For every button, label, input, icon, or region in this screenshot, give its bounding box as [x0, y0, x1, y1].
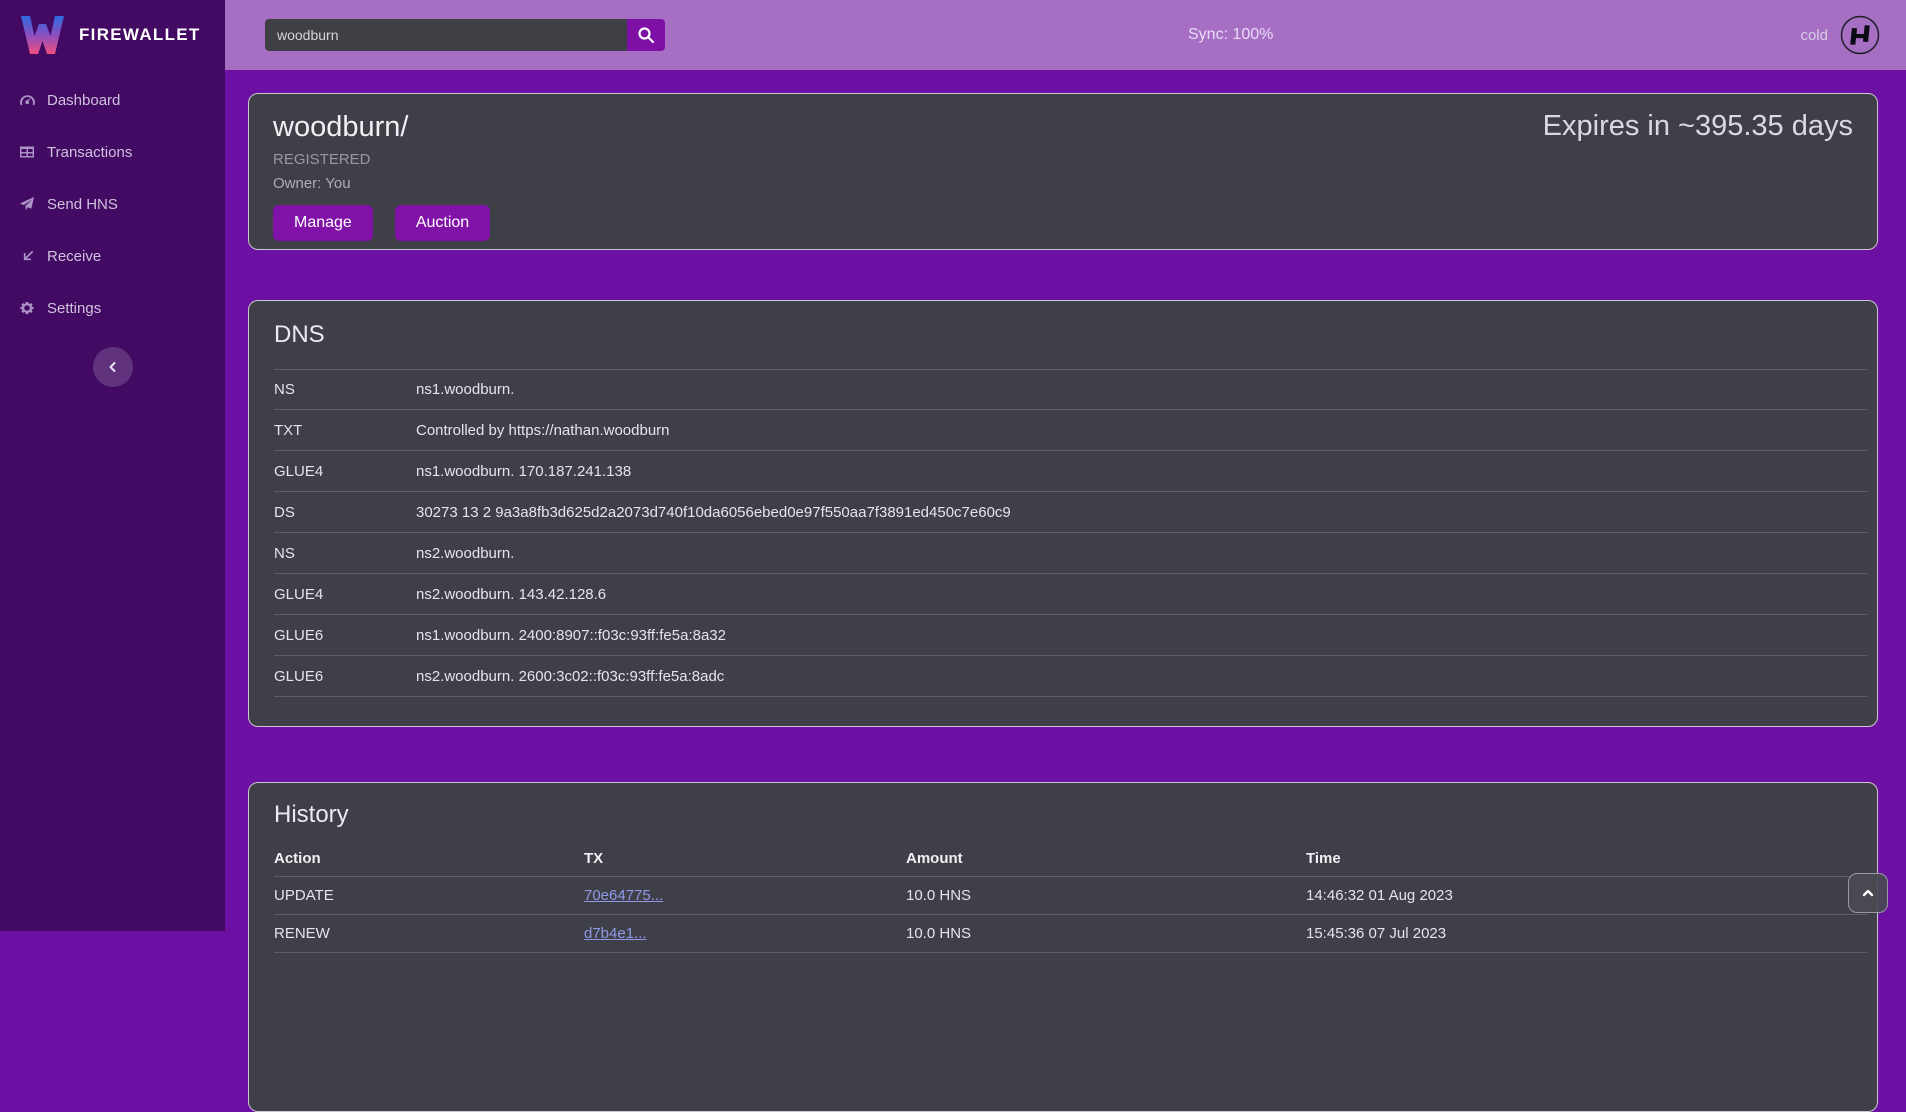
history-col-time: Time — [1306, 850, 1867, 867]
sync-status: Sync: 100% — [1188, 26, 1273, 44]
history-col-action: Action — [274, 850, 584, 867]
history-amount: 10.0 HNS — [906, 887, 1306, 904]
history-col-tx: TX — [584, 850, 906, 867]
history-col-amount: Amount — [906, 850, 1306, 867]
dns-record-type: GLUE4 — [274, 463, 416, 480]
sidebar-item-label: Receive — [47, 248, 101, 265]
dns-record-value: ns1.woodburn. — [416, 381, 1867, 398]
history-amount: 10.0 HNS — [906, 925, 1306, 942]
send-plane-icon — [18, 196, 36, 212]
dns-record-row: GLUE4 ns2.woodburn. 143.42.128.6 — [274, 574, 1867, 615]
dns-record-type: GLUE6 — [274, 668, 416, 685]
sidebar-item-label: Settings — [47, 300, 101, 317]
history-action: UPDATE — [274, 887, 584, 904]
wallet-group: cold — [1800, 15, 1906, 55]
dns-record-type: TXT — [274, 422, 416, 439]
dns-record-value: 30273 13 2 9a3a8fb3d625d2a2073d740f10da6… — [416, 504, 1867, 521]
dns-table: NS ns1.woodburn. TXT Controlled by https… — [274, 369, 1867, 697]
sidebar-item-receive[interactable]: Receive — [0, 230, 225, 282]
firewallet-w-logo-icon — [19, 15, 66, 55]
history-card: History Action TX Amount Time UPDATE 70e… — [248, 782, 1878, 1112]
chevron-left-icon — [105, 359, 121, 375]
history-header-row: Action TX Amount Time — [274, 841, 1867, 877]
sidebar-item-label: Send HNS — [47, 196, 118, 213]
topbar: Sync: 100% cold — [225, 0, 1906, 70]
dns-record-value: Controlled by https://nathan.woodburn — [416, 422, 1867, 439]
dns-record-row: GLUE6 ns2.woodburn. 2600:3c02::f03c:93ff… — [274, 656, 1867, 697]
history-action: RENEW — [274, 925, 584, 942]
dns-record-value: ns2.woodburn. — [416, 545, 1867, 562]
sidebar-item-send-hns[interactable]: Send HNS — [0, 178, 225, 230]
sidebar-item-label: Transactions — [47, 144, 132, 161]
sidebar-collapse-button[interactable] — [93, 347, 133, 387]
history-time: 14:46:32 01 Aug 2023 — [1306, 887, 1867, 904]
search-icon — [637, 26, 655, 44]
sidebar-item-label: Dashboard — [47, 92, 120, 109]
search-input[interactable] — [265, 19, 627, 51]
dns-record-row: DS 30273 13 2 9a3a8fb3d625d2a2073d740f10… — [274, 492, 1867, 533]
dns-record-row: NS ns1.woodburn. — [274, 369, 1867, 410]
dns-record-value: ns2.woodburn. 143.42.128.6 — [416, 586, 1867, 603]
sidebar: FIREWALLET Dashboard Transactions — [0, 0, 225, 931]
main-content: woodburn/ REGISTERED Owner: You Manage A… — [225, 70, 1906, 931]
domain-card: woodburn/ REGISTERED Owner: You Manage A… — [248, 93, 1878, 250]
dns-record-value: ns1.woodburn. 2400:8907::f03c:93ff:fe5a:… — [416, 627, 1867, 644]
brand: FIREWALLET — [0, 0, 225, 70]
sidebar-nav: Dashboard Transactions Send HNS — [0, 70, 225, 334]
domain-status-badge: REGISTERED — [273, 151, 1853, 168]
search-button[interactable] — [627, 19, 665, 51]
dns-record-row: TXT Controlled by https://nathan.woodbur… — [274, 410, 1867, 451]
dns-record-row: GLUE4 ns1.woodburn. 170.187.241.138 — [274, 451, 1867, 492]
search-group — [265, 19, 665, 51]
history-time: 15:45:36 07 Jul 2023 — [1306, 925, 1867, 942]
manage-button[interactable]: Manage — [273, 205, 373, 241]
domain-expiry: Expires in ~395.35 days — [1543, 110, 1853, 143]
brand-name: FIREWALLET — [79, 25, 201, 45]
receive-arrow-icon — [18, 249, 36, 264]
domain-actions: Manage Auction — [273, 205, 1853, 241]
tx-link[interactable]: 70e64775... — [584, 887, 663, 904]
dashboard-gauge-icon — [18, 92, 36, 109]
dns-card: DNS NS ns1.woodburn. TXT Controlled by h… — [248, 300, 1878, 727]
auction-button[interactable]: Auction — [395, 205, 490, 241]
domain-owner: Owner: You — [273, 175, 1853, 192]
dns-record-type: DS — [274, 504, 416, 521]
handshake-logo-icon[interactable] — [1840, 15, 1880, 55]
chevron-up-icon — [1860, 885, 1876, 901]
tx-link[interactable]: d7b4e1... — [584, 925, 647, 942]
dns-record-type: NS — [274, 381, 416, 398]
wallet-name: cold — [1800, 27, 1828, 44]
dns-record-value: ns2.woodburn. 2600:3c02::f03c:93ff:fe5a:… — [416, 668, 1867, 685]
scroll-to-top-button[interactable] — [1848, 873, 1888, 913]
sidebar-item-settings[interactable]: Settings — [0, 282, 225, 334]
history-row: UPDATE 70e64775... 10.0 HNS 14:46:32 01 … — [274, 877, 1867, 915]
history-row: RENEW d7b4e1... 10.0 HNS 15:45:36 07 Jul… — [274, 915, 1867, 953]
settings-gear-icon — [18, 300, 36, 316]
dns-record-type: GLUE4 — [274, 586, 416, 603]
dns-record-row: NS ns2.woodburn. — [274, 533, 1867, 574]
dns-card-title: DNS — [274, 321, 1867, 349]
transactions-table-icon — [18, 144, 36, 160]
dns-record-row: GLUE6 ns1.woodburn. 2400:8907::f03c:93ff… — [274, 615, 1867, 656]
sidebar-item-dashboard[interactable]: Dashboard — [0, 74, 225, 126]
dns-record-type: GLUE6 — [274, 627, 416, 644]
dns-record-type: NS — [274, 545, 416, 562]
sidebar-item-transactions[interactable]: Transactions — [0, 126, 225, 178]
history-card-title: History — [274, 801, 1867, 829]
dns-record-value: ns1.woodburn. 170.187.241.138 — [416, 463, 1867, 480]
